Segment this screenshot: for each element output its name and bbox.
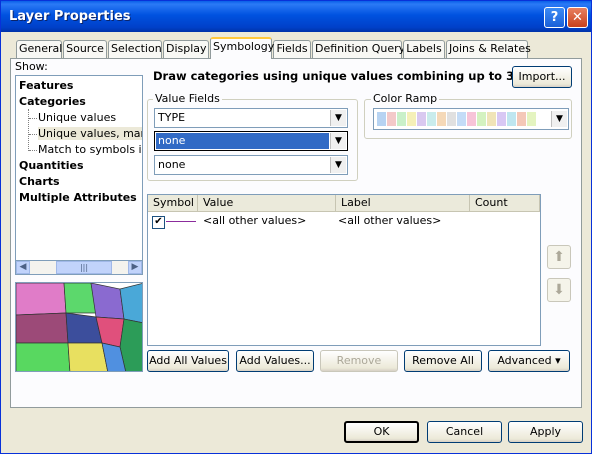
color-ramp-swatch (497, 112, 506, 126)
scroll-left-icon[interactable]: ◀ (16, 261, 30, 274)
checkmark-icon: ✔ (154, 216, 163, 227)
tab-definition-query[interactable]: Definition Query (312, 40, 405, 58)
color-ramp-swatch (427, 112, 436, 126)
renderer-match-to-symbols[interactable]: Match to symbols in a style (38, 143, 142, 156)
add-values-button[interactable]: Add Values... (236, 350, 314, 372)
tree-connector (29, 118, 37, 119)
color-ramp-swatch (417, 112, 426, 126)
color-ramp-swatch (387, 112, 396, 126)
row-value[interactable]: <all other values> (203, 214, 306, 227)
values-table[interactable]: Symbol Value Label Count ✔ <all other va… (147, 194, 541, 346)
chevron-down-icon[interactable]: ▼ (330, 133, 346, 149)
cancel-button[interactable]: Cancel (427, 421, 502, 443)
color-ramp-swatch (477, 112, 486, 126)
tab-joins-relates[interactable]: Joins & Relates (446, 40, 531, 58)
scroll-right-icon[interactable]: ▶ (128, 261, 142, 274)
add-all-values-button[interactable]: Add All Values (147, 350, 229, 372)
window-title: Layer Properties (9, 9, 131, 24)
map-preview-image (16, 283, 142, 371)
renderer-unique-values[interactable]: Unique values (38, 111, 116, 124)
chevron-down-icon[interactable]: ▼ (330, 157, 346, 173)
title-bar[interactable]: Layer Properties ? ✕ (1, 1, 591, 32)
renderer-list-scrollbar[interactable]: ◀ ||| ▶ (15, 260, 143, 275)
tab-general[interactable]: General (16, 40, 62, 58)
color-ramp-swatch (397, 112, 406, 126)
column-symbol[interactable]: Symbol (148, 195, 198, 212)
row-checkbox[interactable]: ✔ (152, 216, 165, 229)
color-ramp-swatch (487, 112, 496, 126)
color-ramp-swatch (437, 112, 446, 126)
value-field-3-select[interactable]: none ▼ (154, 155, 348, 175)
color-ramp-swatch (527, 112, 536, 126)
color-ramp-swatch (467, 112, 476, 126)
renderer-list[interactable]: Features Categories Unique values Unique… (15, 75, 143, 275)
chevron-down-icon[interactable]: ▼ (330, 110, 346, 126)
scroll-thumb[interactable]: ||| (56, 261, 112, 274)
color-ramp-swatch (457, 112, 466, 126)
apply-button[interactable]: Apply (508, 421, 583, 443)
color-ramp-swatch (407, 112, 416, 126)
row-label[interactable]: <all other values> (338, 214, 441, 227)
tree-connector (29, 134, 37, 135)
value-field-2-value: none (158, 134, 186, 147)
arrow-down-icon: ⬇ (553, 282, 565, 298)
tab-selection[interactable]: Selection (108, 40, 162, 58)
column-count[interactable]: Count (470, 195, 540, 212)
value-field-2-select[interactable]: none ▼ (154, 131, 348, 151)
renderer-unique-values-many-fields[interactable]: Unique values, many fields (38, 127, 142, 140)
renderer-charts[interactable]: Charts (19, 175, 60, 188)
color-ramp-label: Color Ramp (371, 92, 440, 105)
color-ramp-swatch (517, 112, 526, 126)
import-button[interactable]: Import... (512, 66, 572, 88)
color-ramp-swatch (507, 112, 516, 126)
help-button[interactable]: ? (544, 7, 565, 28)
tree-connector (29, 150, 37, 151)
tab-labels[interactable]: Labels (403, 40, 445, 58)
ok-button[interactable]: OK (344, 421, 419, 443)
color-ramp-select[interactable]: ▼ (373, 108, 569, 130)
chevron-down-icon[interactable]: ▼ (551, 111, 567, 127)
tab-source[interactable]: Source (63, 40, 107, 58)
move-down-button[interactable]: ⬇ (547, 278, 571, 302)
renderer-quantities[interactable]: Quantities (19, 159, 84, 172)
close-button[interactable]: ✕ (567, 7, 588, 28)
column-label[interactable]: Label (336, 195, 470, 212)
tab-symbology[interactable]: Symbology (210, 37, 274, 59)
tab-fields[interactable]: Fields (273, 40, 311, 58)
remove-button[interactable]: Remove (320, 350, 398, 372)
value-field-3-value: none (158, 158, 186, 171)
value-field-1-select[interactable]: TYPE ▼ (154, 108, 348, 128)
renderer-multiple-attributes[interactable]: Multiple Attributes (19, 191, 137, 204)
color-ramp-swatch (447, 112, 456, 126)
show-label: Show: (15, 60, 48, 73)
arrow-up-icon: ⬆ (553, 249, 565, 265)
color-ramp-swatch (377, 112, 386, 126)
tree-connector (28, 109, 29, 151)
renderer-categories[interactable]: Categories (19, 95, 86, 108)
renderer-features[interactable]: Features (19, 79, 73, 92)
symbol-line-swatch[interactable] (166, 221, 196, 222)
value-fields-label: Value Fields (153, 92, 222, 105)
remove-all-button[interactable]: Remove All (404, 350, 482, 372)
renderer-description: Draw categories using unique values comb… (153, 69, 558, 83)
tab-display[interactable]: Display (163, 40, 209, 58)
advanced-button[interactable]: Advanced ▾ (488, 350, 570, 372)
value-field-1-value: TYPE (158, 111, 186, 124)
move-up-button[interactable]: ⬆ (547, 245, 571, 269)
renderer-preview-map (15, 282, 143, 372)
column-value[interactable]: Value (198, 195, 336, 212)
